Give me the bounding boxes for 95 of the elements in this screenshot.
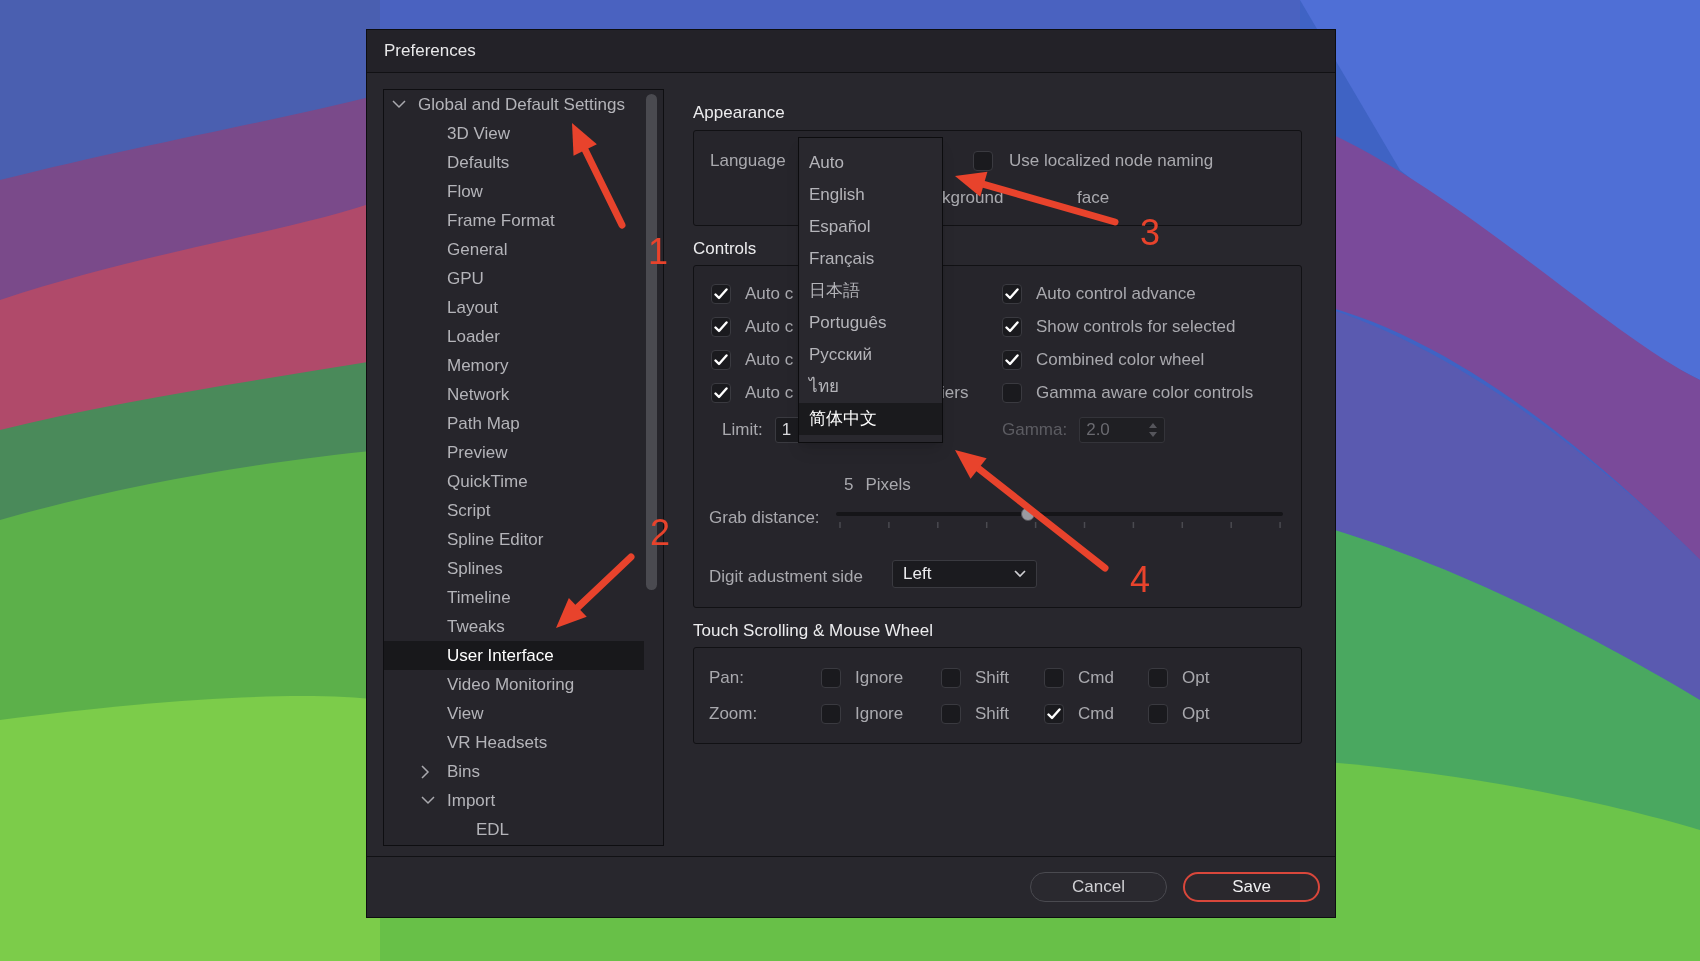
tree-item[interactable]: Defaults: [384, 148, 644, 177]
checkbox[interactable]: [821, 667, 841, 688]
tree-item[interactable]: Timeline: [384, 583, 644, 612]
tree-item[interactable]: Import: [384, 786, 644, 815]
checkbox[interactable]: [941, 667, 961, 688]
save-button[interactable]: Save: [1183, 872, 1320, 902]
menu-item[interactable]: Español: [799, 211, 942, 243]
tree-item[interactable]: Bins: [384, 757, 644, 786]
tree-item[interactable]: Flow: [384, 177, 644, 206]
tree-item[interactable]: Splines: [384, 554, 644, 583]
digit-side-dropdown[interactable]: Left: [892, 560, 1037, 588]
grab-distance-value: 5: [844, 474, 854, 496]
checkbox-label: Show controls for selected: [1036, 316, 1236, 339]
checkbox[interactable]: [1148, 667, 1168, 688]
section-heading: Appearance: [693, 103, 785, 123]
section-heading: Controls: [693, 239, 757, 259]
menu-item[interactable]: 简体中文: [799, 403, 942, 435]
checkbox-label: Auto c: [745, 283, 794, 306]
menu-item[interactable]: ไทย: [799, 371, 942, 403]
tree-item[interactable]: Script: [384, 496, 644, 525]
section-heading: Touch Scrolling & Mouse Wheel: [693, 621, 933, 641]
digit-side-label: Digit adustment side: [709, 566, 864, 588]
checkbox-label: Shift: [975, 666, 1010, 689]
menu-item[interactable]: English: [799, 179, 942, 211]
tree-item[interactable]: Memory: [384, 351, 644, 380]
chevron-down-icon[interactable]: [421, 796, 435, 805]
checkbox-label: Opt: [1182, 666, 1210, 689]
checkbox[interactable]: [711, 383, 731, 403]
language-label: Language: [710, 150, 786, 172]
window-title: Preferences: [384, 40, 476, 63]
tree-item[interactable]: Preview: [384, 438, 644, 467]
row-label: Zoom:: [709, 702, 759, 725]
tree-item[interactable]: General: [384, 235, 644, 264]
option-label: face: [1077, 187, 1110, 209]
checkbox[interactable]: [1002, 383, 1022, 403]
checkbox-label: Combined color wheel: [1036, 349, 1205, 372]
checkbox[interactable]: [711, 284, 731, 304]
tree-item[interactable]: Layout: [384, 293, 644, 322]
menu-item[interactable]: 日本語: [799, 275, 942, 307]
checkbox[interactable]: [1044, 703, 1064, 724]
annotation-number: 2: [650, 513, 671, 553]
checkbox[interactable]: [941, 703, 961, 724]
annotation-number: 3: [1140, 213, 1161, 253]
checkbox-label: Auto control advance: [1036, 283, 1196, 306]
menu-item[interactable]: Français: [799, 243, 942, 275]
checkbox[interactable]: [973, 150, 993, 171]
checkbox-label: Cmd: [1078, 666, 1114, 689]
menu-item[interactable]: Русский: [799, 339, 942, 371]
tree-item[interactable]: Global and Default Settings: [384, 90, 644, 119]
checkbox-label: Auto c: [745, 316, 794, 339]
tree-item[interactable]: VR Headsets: [384, 728, 644, 757]
checkbox[interactable]: [1002, 317, 1022, 337]
chevron-down-icon: [1014, 570, 1026, 578]
tree-item[interactable]: EDL: [384, 815, 644, 844]
checkbox-label: Opt: [1182, 702, 1210, 725]
tree-item[interactable]: Spline Editor: [384, 525, 644, 554]
checkbox[interactable]: [1148, 703, 1168, 724]
checkbox-label: Shift: [975, 702, 1010, 725]
tree-item[interactable]: User Interface: [384, 641, 644, 670]
spin-arrows-icon: [1148, 421, 1159, 439]
cancel-button[interactable]: Cancel: [1030, 872, 1167, 902]
checkbox-label: Ignore: [855, 666, 904, 689]
checkbox-label: Ignore: [855, 702, 904, 725]
tree-item[interactable]: Video Monitoring: [384, 670, 644, 699]
checkbox-label: Use localized node naming: [1009, 150, 1214, 172]
chevron-right-icon[interactable]: [421, 764, 430, 779]
checkbox-label: Gamma aware color controls: [1036, 382, 1254, 405]
checkbox[interactable]: [1002, 284, 1022, 304]
tree-item[interactable]: Frame Format: [384, 206, 644, 235]
tree-item[interactable]: Path Map: [384, 409, 644, 438]
annotation-number: 1: [648, 232, 669, 272]
checkbox[interactable]: [821, 703, 841, 724]
checkbox-label: Cmd: [1078, 702, 1114, 725]
row-label: Pan:: [709, 666, 745, 689]
tree-item[interactable]: View: [384, 699, 644, 728]
checkbox[interactable]: [711, 350, 731, 370]
checkbox[interactable]: [711, 317, 731, 337]
option-label: kground: [942, 187, 1004, 209]
checkbox-label: Auto c: [745, 382, 795, 405]
checkbox[interactable]: [1002, 350, 1022, 370]
menu-item[interactable]: Auto: [799, 147, 942, 179]
tree-item[interactable]: 3D View: [384, 119, 644, 148]
grab-distance-label: Grab distance:: [709, 507, 820, 529]
tree-item[interactable]: Tweaks: [384, 612, 644, 641]
tree-item[interactable]: QuickTime: [384, 467, 644, 496]
tree-item[interactable]: Network: [384, 380, 644, 409]
chevron-down-icon[interactable]: [392, 100, 406, 109]
limit-label: Limit:: [722, 419, 763, 442]
annotation-number: 4: [1130, 560, 1151, 600]
checkbox[interactable]: [1044, 667, 1064, 688]
checkbox-label: Auto c: [745, 349, 794, 372]
tree-item[interactable]: GPU: [384, 264, 644, 293]
tree-item[interactable]: Loader: [384, 322, 644, 351]
unit-label: Pixels: [865, 474, 911, 496]
menu-item[interactable]: Português: [799, 307, 942, 339]
